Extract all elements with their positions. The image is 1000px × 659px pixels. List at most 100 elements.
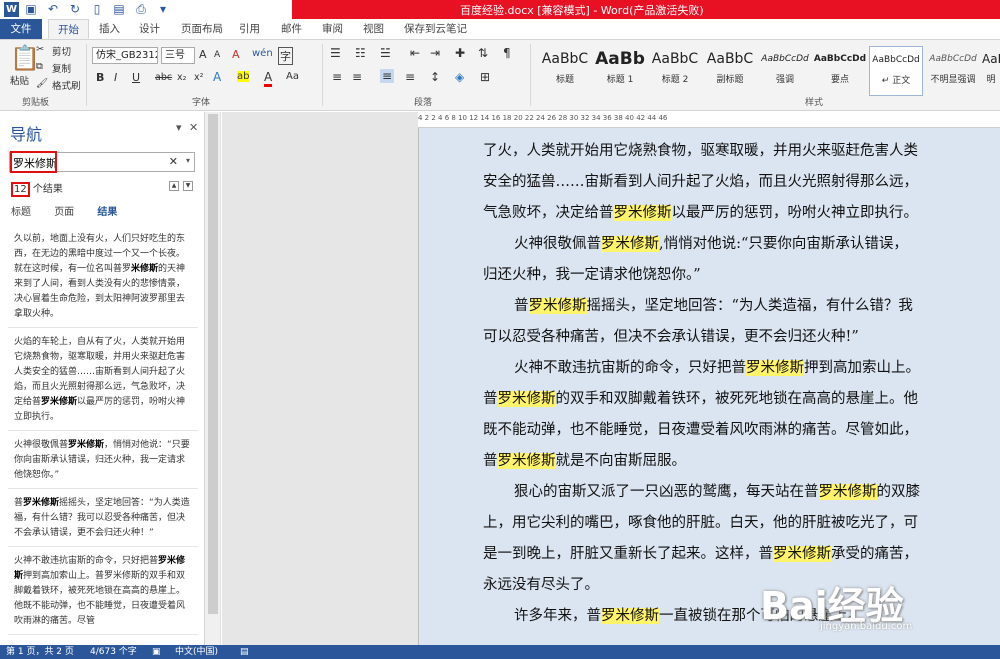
- underline-icon[interactable]: U: [132, 71, 140, 84]
- multilevel-list-icon[interactable]: ☱: [380, 46, 391, 60]
- justify-icon[interactable]: ≡: [380, 69, 395, 83]
- font-size-combo[interactable]: 三号: [161, 47, 195, 64]
- style-normal[interactable]: AaBbCcDd ↵ 正文: [869, 46, 923, 96]
- superscript-icon[interactable]: x²: [194, 72, 203, 83]
- document-line: 归还火种，我一定请求他饶恕你。”: [483, 260, 1000, 291]
- document-body[interactable]: 了火，人类就开始用它烧熟食物，驱寒取暖，并用火来驱赶危害人类 安全的猛兽……宙斯看…: [483, 136, 1000, 632]
- clear-format-icon[interactable]: A: [232, 48, 240, 61]
- undo-icon[interactable]: ↶: [44, 1, 62, 18]
- search-dropdown-icon[interactable]: ▾: [186, 156, 190, 165]
- nav-tab-pages[interactable]: 页面: [54, 207, 74, 218]
- align-center-icon[interactable]: ≡: [352, 70, 362, 84]
- style-heading-2[interactable]: AaBbC 标题 2: [648, 46, 702, 96]
- bold-icon[interactable]: B: [96, 71, 104, 84]
- chinese-layout-icon[interactable]: ✚: [455, 46, 465, 60]
- tab-insert[interactable]: 插入: [90, 19, 129, 39]
- search-result-item[interactable]: 火神很敬佩普罗米修斯，悄悄对他说：“只要你向宙斯承认错误，归还火种，我一定请求他…: [8, 436, 198, 489]
- nav-pane-scrollbar[interactable]: [205, 112, 221, 645]
- tab-review[interactable]: 审阅: [313, 19, 352, 39]
- style-name: 强调: [775, 75, 794, 85]
- nav-options-icon[interactable]: ▾: [176, 121, 182, 134]
- line-text: 火神很敬佩普: [514, 236, 601, 252]
- style-subtitle[interactable]: AaBbC 副标题: [703, 46, 757, 96]
- shading-icon[interactable]: ◈: [455, 70, 464, 84]
- tab-mailings[interactable]: 邮件: [272, 19, 311, 39]
- line-text: 可以忍受各种痛苦，但决不会承认错误，更不会归还火种!”: [483, 329, 859, 345]
- language-indicator[interactable]: 中文(中国): [175, 645, 218, 659]
- word-app-icon: W: [4, 2, 19, 17]
- bullets-icon[interactable]: ☰: [330, 46, 341, 60]
- previous-result-icon[interactable]: ▲: [169, 181, 179, 191]
- font-name-combo[interactable]: 仿宋_GB2312: [92, 47, 158, 64]
- search-result-item[interactable]: 久以前，地面上没有火，人们只好吃生的东西，在无边的黑暗中度过一个又一个长夜。就在…: [8, 230, 198, 328]
- search-result-item[interactable]: 火焰的车轮上，自从有了火，人类就开始用它烧熟食物，驱寒取暖，并用火来驱赶危害人类…: [8, 333, 198, 431]
- borders-icon[interactable]: ⊞: [480, 70, 490, 84]
- grow-font-icon[interactable]: A: [199, 48, 207, 61]
- style-intense[interactable]: AaB 明: [982, 46, 1000, 96]
- format-painter-icon[interactable]: 🖌: [36, 78, 48, 89]
- document-line: 可以忍受各种痛苦，但决不会承认错误，更不会归还火种!”: [483, 322, 1000, 353]
- macro-record-icon[interactable]: ▤: [240, 645, 249, 659]
- decrease-indent-icon[interactable]: ⇤: [410, 46, 420, 60]
- document-page[interactable]: 了火，人类就开始用它烧熟食物，驱寒取暖，并用火来驱赶危害人类 安全的猛兽……宙斯看…: [420, 128, 1000, 645]
- paste-button[interactable]: 粘贴: [10, 73, 29, 87]
- page-count[interactable]: 第 1 页，共 2 页: [6, 645, 74, 659]
- style-sample: AaBbCcDd: [761, 54, 809, 64]
- phonetic-guide-icon[interactable]: wén: [252, 48, 273, 59]
- nav-close-icon[interactable]: ✕: [189, 121, 198, 134]
- style-subtle-emphasis[interactable]: AaBbCcDd 不明显强调: [926, 46, 980, 96]
- result-match: 罗米修斯: [68, 440, 105, 450]
- nav-tab-results[interactable]: 结果: [97, 207, 117, 218]
- search-result-item[interactable]: 普罗米修斯摇摇头，坚定地回答：“为人类造福，有什么错？我可以忍受各种痛苦，但决不…: [8, 494, 198, 547]
- text-effects-icon[interactable]: A: [213, 70, 221, 84]
- nav-search-box[interactable]: 罗米修斯 ✕ ▾: [9, 151, 195, 173]
- style-heading-1[interactable]: AaBb 标题 1: [593, 46, 647, 96]
- distributed-icon[interactable]: ≡: [405, 70, 415, 84]
- search-highlight: 罗米修斯: [773, 546, 831, 562]
- subscript-icon[interactable]: x₂: [177, 72, 186, 83]
- tab-view[interactable]: 视图: [354, 19, 393, 39]
- numbering-icon[interactable]: ☷: [355, 46, 366, 60]
- increase-indent-icon[interactable]: ⇥: [430, 46, 440, 60]
- tab-home[interactable]: 开始: [48, 19, 89, 39]
- italic-icon[interactable]: I: [114, 71, 117, 84]
- search-result-item[interactable]: 火神不敢违抗宙斯的命令，只好把普罗米修斯押到高加索山上。普罗米修斯的双手和双脚戴…: [8, 552, 198, 635]
- cut-button[interactable]: 剪切: [52, 44, 71, 58]
- font-color-icon[interactable]: A: [264, 70, 273, 87]
- style-title[interactable]: AaBbC 标题: [538, 46, 592, 96]
- enclose-char-icon[interactable]: 字: [278, 47, 293, 65]
- line-spacing-icon[interactable]: ↕: [430, 70, 440, 84]
- redo-icon[interactable]: ↻: [66, 1, 84, 18]
- tab-file[interactable]: 文件: [0, 19, 42, 39]
- open-icon[interactable]: ▤: [110, 1, 128, 18]
- horizontal-ruler[interactable]: 4 2 2 4 6 8 10 12 14 16 18 20 22 24 26 2…: [418, 112, 1000, 128]
- tab-layout[interactable]: 页面布局: [172, 19, 232, 39]
- shrink-font-icon[interactable]: A: [214, 50, 220, 60]
- show-marks-icon[interactable]: ¶: [503, 46, 511, 60]
- clear-search-icon[interactable]: ✕: [169, 155, 178, 168]
- style-emphasis[interactable]: AaBbCcDd 强调: [758, 46, 812, 96]
- save-icon[interactable]: ▣: [22, 1, 40, 18]
- scrollbar-thumb[interactable]: [208, 114, 218, 614]
- quick-access-more-icon[interactable]: ▾: [154, 1, 172, 18]
- tab-save-cloud-notes[interactable]: 保存到云笔记: [395, 19, 476, 39]
- highlight-color-icon[interactable]: ab: [237, 71, 250, 82]
- cut-icon[interactable]: ✂: [36, 44, 44, 55]
- change-case-icon[interactable]: Aa: [286, 71, 299, 82]
- align-left-icon[interactable]: ≡: [332, 70, 342, 84]
- proofing-icon[interactable]: ▣: [152, 645, 161, 659]
- word-count[interactable]: 4/673 个字: [90, 645, 137, 659]
- style-strong[interactable]: AaBbCcDd 要点: [813, 46, 867, 96]
- print-icon[interactable]: ⎙: [132, 1, 150, 18]
- tab-design[interactable]: 设计: [130, 19, 169, 39]
- copy-icon[interactable]: ⧉: [36, 61, 43, 72]
- new-doc-icon[interactable]: ▯: [88, 1, 106, 18]
- format-painter-button[interactable]: 格式刷: [52, 78, 81, 92]
- strikethrough-icon[interactable]: abc: [155, 72, 172, 83]
- next-result-icon[interactable]: ▼: [183, 181, 193, 191]
- sort-icon[interactable]: ⇅: [478, 46, 488, 60]
- copy-button[interactable]: 复制: [52, 61, 71, 75]
- tab-references[interactable]: 引用: [230, 19, 269, 39]
- nav-tab-headings[interactable]: 标题: [11, 207, 31, 218]
- document-line: 普罗米修斯摇摇头，坚定地回答：“为人类造福，有什么错？我: [483, 291, 1000, 322]
